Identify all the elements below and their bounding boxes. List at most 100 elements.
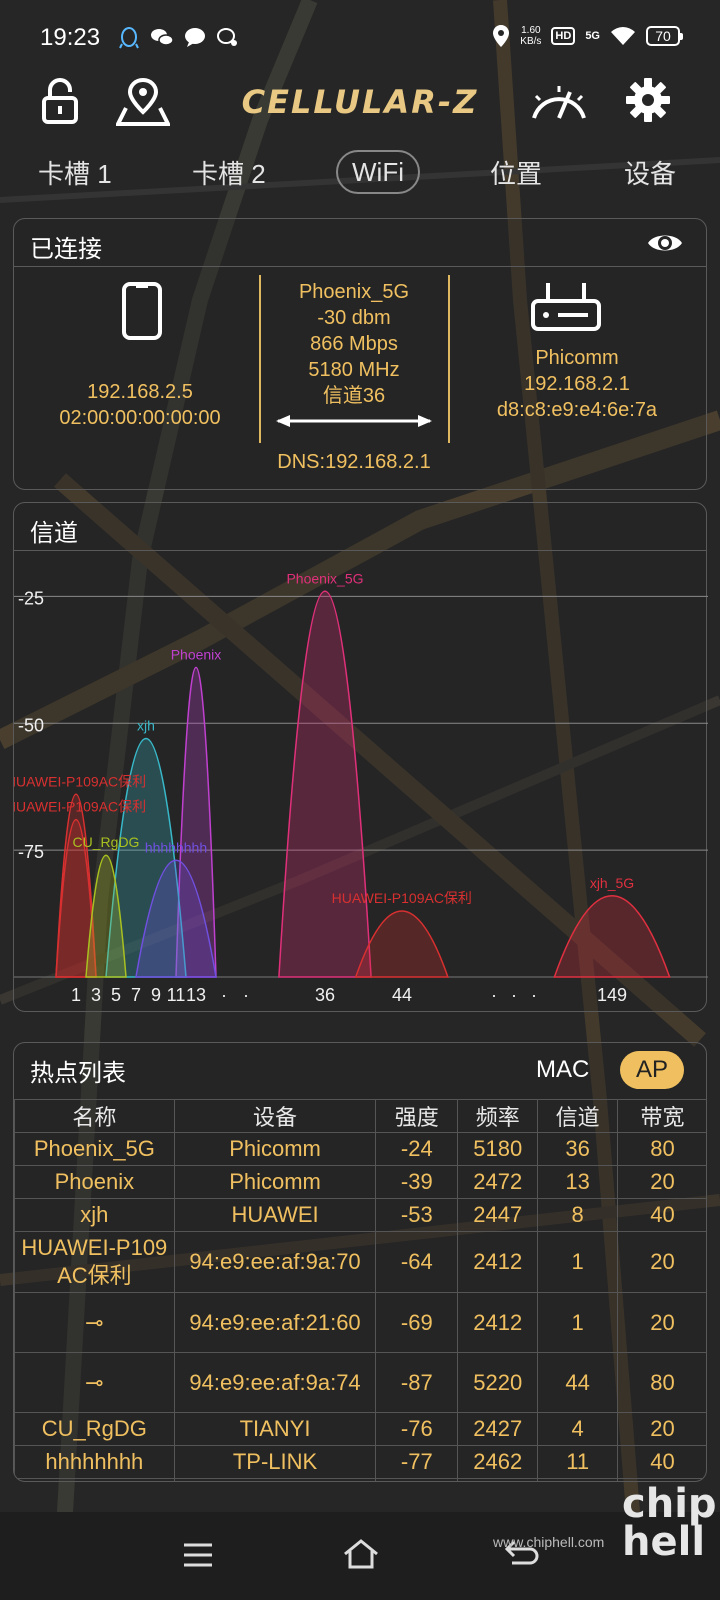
col-name: 名称 — [14, 1099, 175, 1133]
cell-strength: -69 — [375, 1292, 459, 1353]
cell-channel: 36 — [537, 1132, 619, 1166]
cell-width: 20 — [617, 1412, 706, 1446]
tab-slot-2[interactable]: 卡槽 2 — [192, 152, 266, 196]
cell-channel: 4 — [537, 1412, 619, 1446]
cell-device: HUAWEI — [173, 1478, 377, 1481]
cell-strength: -24 — [375, 1132, 459, 1166]
mode-ap-button[interactable]: AP — [620, 1051, 685, 1089]
cell-name: hhhhhhhh — [14, 1445, 175, 1479]
table-row[interactable]: xjh HUAWEI -53 2447 8 40 — [14, 1198, 706, 1232]
x-tick-label: 44 — [392, 985, 412, 1005]
wechat-icon — [151, 29, 174, 46]
y-tick-label: -50 — [18, 715, 44, 735]
divider-right — [448, 275, 450, 443]
menu-icon[interactable] — [182, 1542, 214, 1568]
connected-frequency: 5180 MHz — [308, 359, 400, 381]
cell-strength: -39 — [375, 1165, 459, 1199]
cell-name: ⊸ — [14, 1352, 175, 1413]
x-tick-label: · — [491, 985, 497, 1005]
cell-name: Phoenix_5G — [14, 1132, 175, 1166]
cell-device: 94:e9:ee:af:21:60 — [173, 1292, 377, 1353]
dns-info: DNS:192.168.2.1 — [277, 451, 431, 473]
x-tick-label: · — [243, 985, 249, 1005]
cell-strength: -53 — [375, 1198, 459, 1232]
cell-device: 94:e9:ee:af:9a:70 — [173, 1231, 377, 1293]
cell-width: 80 — [617, 1352, 706, 1413]
y-tick-label: -25 — [18, 588, 44, 608]
cell-width: 80 — [617, 1132, 706, 1166]
table-row[interactable]: ⊸ 94:e9:ee:af:21:60 -69 2412 1 20 — [14, 1292, 706, 1353]
cell-width: 20 — [617, 1165, 706, 1199]
col-channel: 信道 — [537, 1099, 619, 1133]
cell-freq: 2462 — [457, 1445, 539, 1479]
lock-icon[interactable] — [40, 78, 80, 124]
cell-width: 20 — [617, 1231, 706, 1293]
x-tick-label: 13 — [186, 985, 206, 1005]
channel-curve — [553, 895, 671, 978]
cell-freq: 5180 — [457, 1132, 539, 1166]
col-device: 设备 — [173, 1099, 377, 1133]
cell-device: Phicomm — [173, 1132, 377, 1166]
table-row[interactable]: Phoenix_5G Phicomm -24 5180 36 80 — [14, 1132, 706, 1166]
hotspot-panel: 热点列表 MAC AP 名称 设备 强度 频率 信道 带宽 Phoenix_5G… — [13, 1042, 707, 1482]
cell-channel: 11 — [537, 1445, 619, 1479]
cell-freq: 2427 — [457, 1412, 539, 1446]
cell-device: TP-LINK — [173, 1445, 377, 1479]
cell-channel: 13 — [537, 1165, 619, 1199]
table-row[interactable]: xjh_5GHUAWEI-84574514980 — [14, 1478, 706, 1481]
router-name: Phicomm — [535, 347, 619, 369]
tab-wifi[interactable]: WiFi — [336, 150, 420, 194]
home-icon[interactable] — [342, 1538, 380, 1570]
series-label: HUAWEI-P109AC保利 — [332, 890, 472, 906]
series-label: Phoenix_5G — [286, 570, 363, 586]
table-row[interactable]: ⊸ 94:e9:ee:af:9a:74 -87 5220 44 80 — [14, 1352, 706, 1413]
table-row[interactable]: HUAWEI-P109AC保利 94:e9:ee:af:9a:70 -64 2412 1… — [14, 1231, 706, 1293]
x-tick-label: · — [531, 985, 537, 1005]
status-bar: 19:23 1.60 KB/s HD 5G 70 — [0, 0, 720, 80]
table-row[interactable]: Phoenix Phicomm -39 2472 13 20 — [14, 1165, 706, 1199]
bidirectional-arrow-icon — [276, 415, 432, 427]
tab-bar: 卡槽 1 卡槽 2 WiFi 位置 设备 — [0, 148, 720, 200]
connected-title: 已连接 — [30, 236, 102, 263]
tab-slot-1[interactable]: 卡槽 1 — [38, 152, 112, 196]
map-pin-icon[interactable] — [116, 78, 170, 126]
router-icon — [531, 283, 601, 331]
x-tick-label: 3 — [91, 985, 101, 1005]
location-icon — [493, 25, 510, 47]
connected-ssid: Phoenix_5G — [298, 281, 410, 303]
col-frequency: 频率 — [457, 1099, 539, 1133]
cell-channel: 8 — [537, 1198, 619, 1232]
cell-freq: 2472 — [457, 1165, 539, 1199]
series-label: HUAWEI-P109AC保利 — [14, 773, 146, 789]
cell-device: 94:e9:ee:af:9a:74 — [173, 1352, 377, 1413]
series-label: CU_RgDG — [73, 834, 140, 850]
settings-gear-icon[interactable] — [626, 78, 670, 122]
wifi-icon — [611, 27, 635, 45]
x-tick-label: 11 — [167, 985, 186, 1005]
navigation-bar — [0, 1512, 720, 1600]
col-strength: 强度 — [375, 1099, 459, 1133]
router-ip: 192.168.2.1 — [524, 373, 630, 395]
y-tick-label: -75 — [18, 842, 44, 862]
message-icon — [185, 28, 205, 47]
cell-name: xjh — [14, 1198, 175, 1232]
cell-channel: 44 — [537, 1352, 619, 1413]
cell-freq: 5745 — [457, 1478, 539, 1481]
cell-strength: -77 — [375, 1445, 459, 1479]
series-label: xjh — [137, 717, 155, 733]
tab-device[interactable]: 设备 — [624, 152, 676, 196]
table-row[interactable]: CU_RgDG TIANYI -76 2427 4 20 — [14, 1412, 706, 1446]
eye-icon[interactable] — [646, 229, 684, 257]
tab-location[interactable]: 位置 — [490, 152, 542, 196]
phone-icon — [122, 282, 162, 340]
table-row[interactable]: hhhhhhhh TP-LINK -77 2462 11 40 — [14, 1445, 706, 1479]
channel-chart: -25 -50 -75 Phoenix_5G Phoenix xjh HUAWEI-P109… — [14, 570, 708, 1005]
x-tick-label: 9 — [151, 985, 161, 1005]
series-label: xjh_5G — [590, 875, 634, 891]
mode-mac-button[interactable]: MAC — [536, 1051, 589, 1089]
cell-width: 20 — [617, 1292, 706, 1353]
cell-freq: 2412 — [457, 1231, 539, 1293]
cell-name: HUAWEI-P109AC保利 — [14, 1231, 175, 1293]
cell-freq: 2412 — [457, 1292, 539, 1353]
speedometer-icon[interactable] — [528, 78, 590, 122]
